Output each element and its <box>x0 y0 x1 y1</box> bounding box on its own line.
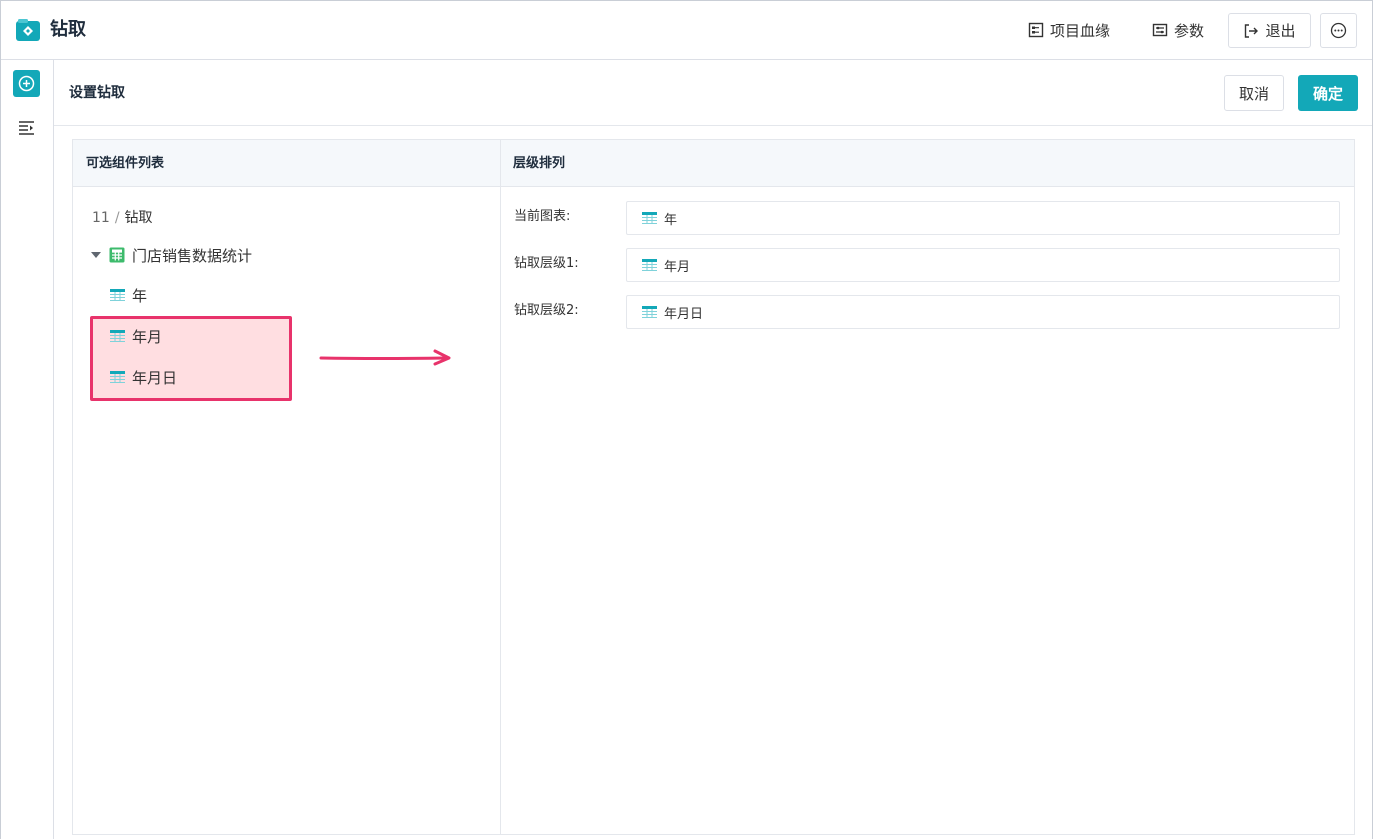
list-indent-icon[interactable] <box>18 120 35 135</box>
tree-item-label: 年月日 <box>132 368 178 387</box>
breadcrumb: 11/钻取 <box>92 208 153 228</box>
lineage-button[interactable]: 项目血缘 <box>1028 16 1110 44</box>
level-order-header: 层级排列 <box>500 140 1354 187</box>
level-label: 钻取层级1: <box>514 256 579 271</box>
more-icon <box>1330 22 1347 39</box>
caret-down-icon[interactable] <box>91 252 101 258</box>
add-circle-icon <box>18 75 35 92</box>
content-header: 设置钻取 取消 确定 <box>54 60 1372 126</box>
params-label: 参数 <box>1174 21 1205 40</box>
tree-item-label: 年月 <box>132 327 163 346</box>
level-value: 年月 <box>664 259 691 275</box>
arrow-right-icon <box>319 349 451 366</box>
table-icon <box>110 330 125 342</box>
top-bar: 钻取 项目血缘 参数 退出 <box>1 1 1372 60</box>
table-icon <box>642 212 657 224</box>
breadcrumb-name: 钻取 <box>124 210 153 226</box>
level-field-2[interactable]: 年月日 <box>626 295 1340 329</box>
table-icon <box>110 289 125 301</box>
exit-button[interactable]: 退出 <box>1228 13 1311 48</box>
table-icon <box>642 259 657 271</box>
page-title: 设置钻取 <box>69 85 125 101</box>
level-value: 年 <box>664 212 678 228</box>
params-button[interactable]: 参数 <box>1152 16 1204 44</box>
params-icon <box>1152 23 1168 37</box>
tree-item[interactable]: 年月 <box>110 325 162 347</box>
drill-settings-content: 设置钻取 取消 确定 可选组件列表 层级排列 11/钻取 门店销售数据统计 年 … <box>54 60 1372 839</box>
dataset-table-icon <box>109 247 125 263</box>
tree-item[interactable]: 年月日 <box>110 366 177 388</box>
panel-divider <box>500 140 501 834</box>
exit-label: 退出 <box>1265 22 1296 40</box>
level-field-current[interactable]: 年 <box>626 201 1340 235</box>
breadcrumb-number: 11 <box>92 210 110 226</box>
level-field-1[interactable]: 年月 <box>626 248 1340 282</box>
app-title: 钻取 <box>50 19 86 40</box>
confirm-button[interactable]: 确定 <box>1298 75 1358 111</box>
drill-panels: 可选组件列表 层级排列 11/钻取 门店销售数据统计 年 年月 年月日 当前图表… <box>72 139 1355 835</box>
tree-root-dataset[interactable]: 门店销售数据统计 <box>91 244 252 266</box>
tree-root-label: 门店销售数据统计 <box>132 246 253 265</box>
exit-icon <box>1245 23 1259 38</box>
add-button[interactable] <box>13 70 40 97</box>
table-icon <box>642 306 657 318</box>
lineage-label: 项目血缘 <box>1050 21 1111 40</box>
level-value: 年月日 <box>664 306 704 322</box>
drill-app-icon <box>16 19 40 41</box>
component-list-header: 可选组件列表 <box>73 140 500 187</box>
tree-item[interactable]: 年 <box>110 284 147 306</box>
level-label: 钻取层级2: <box>514 303 579 318</box>
table-icon <box>110 371 125 383</box>
more-button[interactable] <box>1320 13 1357 48</box>
left-rail <box>1 60 54 839</box>
breadcrumb-separator: / <box>114 210 120 226</box>
lineage-icon <box>1028 22 1044 38</box>
tree-item-label: 年 <box>132 286 148 305</box>
level-label: 当前图表: <box>514 209 571 224</box>
app-window: 钻取 项目血缘 参数 退出 设置钻取 取消 确定 可选组件列表 层级排列 11 … <box>0 0 1373 839</box>
cancel-button[interactable]: 取消 <box>1224 75 1284 111</box>
